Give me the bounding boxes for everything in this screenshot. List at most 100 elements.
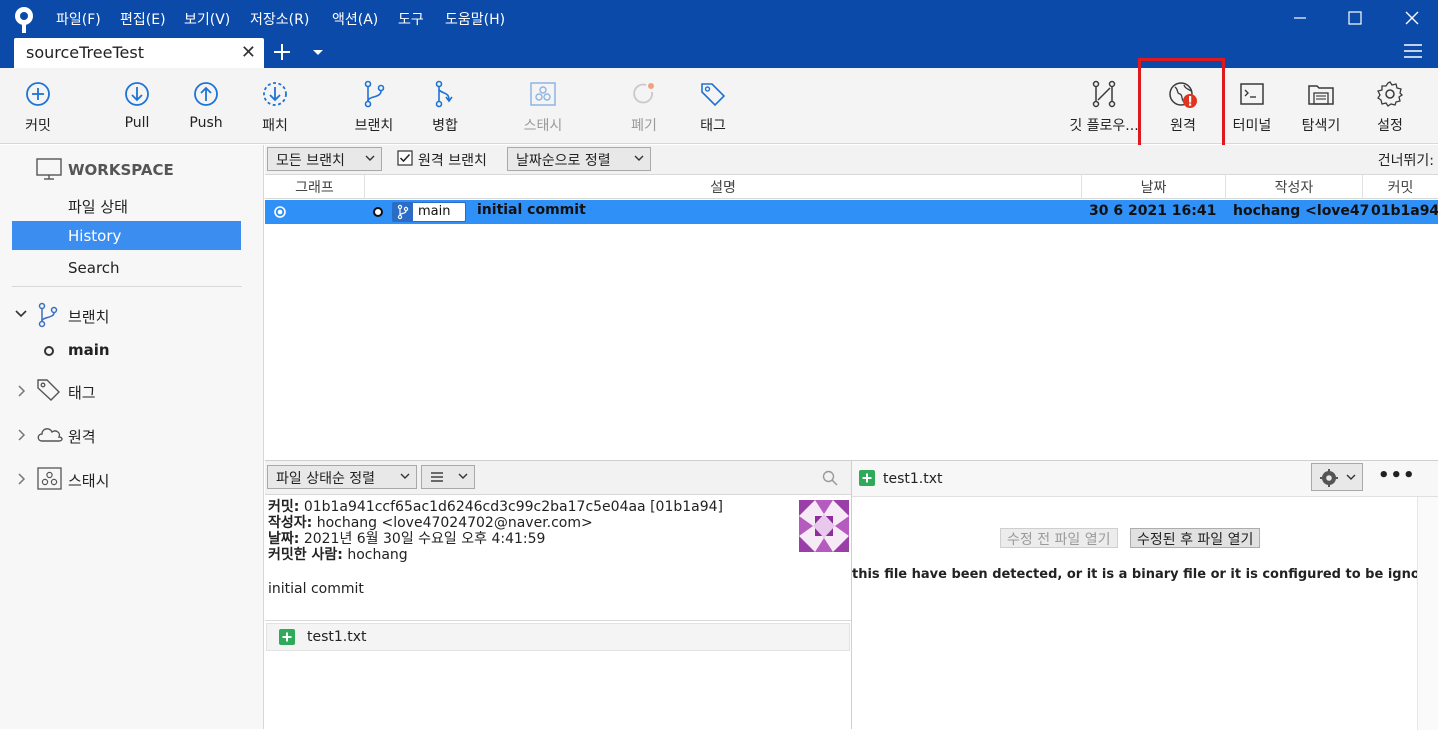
terminal-button[interactable]: 터미널 (1222, 68, 1282, 144)
pull-button[interactable]: Pull (107, 68, 167, 144)
commit-author: hochang <love47 (1233, 203, 1370, 219)
author-value: hochang <love47024702@naver.com> (316, 515, 593, 531)
stash-icon (530, 82, 556, 106)
settings-button[interactable]: 설정 (1360, 68, 1420, 144)
history-column-headers: 그래프 설명 날짜 작성자 커밋 (265, 175, 1438, 199)
chevron-right-icon[interactable] (16, 384, 28, 402)
stash-label: 스태시 (523, 118, 563, 134)
menu-actions[interactable]: 액션(A) (332, 9, 378, 29)
gitflow-label: 깃 플로우... (1069, 118, 1139, 134)
sourcetree-logo-icon (12, 6, 36, 38)
stash-icon (37, 467, 63, 495)
view-mode-dropdown[interactable] (421, 465, 475, 489)
search-icon[interactable] (822, 470, 838, 486)
sidebar-item-history-label: History (68, 227, 122, 245)
sidebar-remotes[interactable]: 원격 (68, 426, 96, 447)
column-commit[interactable]: 커밋 (1363, 175, 1438, 199)
menu-tools[interactable]: 도구 (398, 9, 424, 29)
diff-header: test1.txt ••• (852, 461, 1438, 497)
list-icon (431, 472, 443, 482)
sort-value: 날짜순으로 정렬 (516, 153, 611, 169)
commit-button[interactable]: 커밋 (8, 68, 68, 144)
chevron-right-icon[interactable] (16, 472, 28, 490)
menu-help[interactable]: 도움말(H) (445, 9, 505, 29)
hamburger-menu-icon[interactable] (1402, 42, 1424, 64)
history-filter-bar: 모든 브랜치 원격 브랜치 날짜순으로 정렬 건너뛰기: (265, 145, 1438, 175)
commit-row[interactable]: main initial commit 30 6 2021 16:41 hoch… (265, 200, 1438, 224)
sidebar-item-history[interactable]: History (12, 221, 241, 250)
tab-dropdown-icon[interactable] (310, 46, 326, 62)
row-marker-icon (274, 206, 286, 218)
sidebar-tags[interactable]: 태그 (68, 382, 96, 403)
sort-dropdown[interactable]: 날짜순으로 정렬 (507, 147, 651, 171)
menu-edit[interactable]: 편집(E) (120, 9, 166, 29)
column-description[interactable]: 설명 (365, 175, 1082, 199)
discard-label: 폐기 (631, 118, 657, 134)
sidebar-item-search[interactable]: Search (68, 259, 120, 277)
remote-branches-checkbox[interactable] (397, 150, 413, 170)
commit-message: initial commit (477, 202, 586, 218)
chevron-right-icon[interactable] (16, 428, 28, 446)
column-author[interactable]: 작성자 (1226, 175, 1363, 199)
menu-file[interactable]: 파일(F) (56, 9, 101, 29)
remote-highlight-box (1138, 58, 1225, 148)
file-added-icon (279, 629, 295, 645)
explorer-button[interactable]: 탐색기 (1290, 68, 1352, 144)
repo-tab[interactable]: sourceTreeTest ✕ (14, 38, 264, 68)
diff-file-name: test1.txt (883, 471, 943, 487)
branch-button[interactable]: 브랜치 (344, 68, 404, 144)
diff-scrollbar[interactable] (1417, 497, 1438, 730)
terminal-label: 터미널 (1232, 118, 1272, 134)
discard-icon (633, 83, 654, 104)
open-after-button[interactable]: 수정된 후 파일 열기 (1130, 528, 1261, 548)
skip-label: 건너뛰기: (1377, 153, 1434, 169)
push-button[interactable]: Push (176, 68, 236, 144)
changed-file-row[interactable]: test1.txt (266, 623, 850, 651)
tag-icon (36, 377, 62, 407)
sidebar-item-file-status[interactable]: 파일 상태 (68, 196, 128, 217)
column-date[interactable]: 날짜 (1082, 175, 1226, 199)
commit-icon (26, 82, 50, 106)
maximize-button[interactable] (1335, 6, 1375, 30)
remote-branches-label[interactable]: 원격 브랜치 (418, 150, 487, 170)
gear-icon (1377, 81, 1404, 107)
tag-label: 태그 (700, 118, 726, 134)
patch-label: 패치 (262, 118, 288, 134)
author-label: 작성자: (268, 515, 313, 531)
branch-label: 브랜치 (354, 118, 394, 134)
committer-label: 커밋한 사람: (268, 547, 343, 563)
patch-button[interactable]: 패치 (245, 68, 305, 144)
push-label: Push (189, 115, 223, 131)
more-options-icon[interactable]: ••• (1378, 465, 1416, 486)
branch-badge-label: main (418, 204, 451, 219)
divider (265, 620, 851, 621)
current-branch-dot-icon (43, 345, 55, 361)
file-sort-value: 파일 상태순 정렬 (276, 471, 376, 487)
gitflow-button[interactable]: 깃 플로우... (1064, 68, 1144, 144)
column-graph[interactable]: 그래프 (265, 175, 365, 199)
commit-details-pane: 파일 상태순 정렬 커밋: 01b1a941ccf65ac1d6246cd3c9… (265, 460, 852, 729)
sidebar-branches[interactable]: 브랜치 (68, 306, 109, 327)
menu-repository[interactable]: 저장소(R) (250, 9, 309, 29)
sidebar-branch-main[interactable]: main (68, 341, 110, 359)
branch-icon (364, 80, 385, 108)
tag-button[interactable]: 태그 (683, 68, 743, 144)
close-tab-icon[interactable]: ✕ (241, 42, 256, 63)
chevron-down-icon[interactable] (14, 308, 28, 324)
close-window-button[interactable] (1392, 6, 1432, 30)
sidebar-stashes[interactable]: 스태시 (68, 470, 109, 491)
new-tab-button[interactable] (270, 40, 294, 68)
stash-button[interactable]: 스태시 (510, 68, 576, 144)
discard-button[interactable]: 폐기 (614, 68, 674, 144)
file-sort-dropdown[interactable]: 파일 상태순 정렬 (267, 465, 417, 489)
chevron-down-icon (400, 473, 410, 479)
menu-view[interactable]: 보기(V) (184, 9, 230, 29)
chevron-down-icon (458, 473, 468, 479)
details-toolbar: 파일 상태순 정렬 (265, 461, 851, 495)
open-before-button[interactable]: 수정 전 파일 열기 (1000, 528, 1118, 548)
minimize-button[interactable] (1280, 6, 1320, 30)
merge-button[interactable]: 병합 (415, 68, 475, 144)
diff-options-dropdown[interactable] (1311, 463, 1363, 491)
branch-badge-icon (393, 203, 413, 221)
branch-filter-dropdown[interactable]: 모든 브랜치 (267, 147, 382, 171)
